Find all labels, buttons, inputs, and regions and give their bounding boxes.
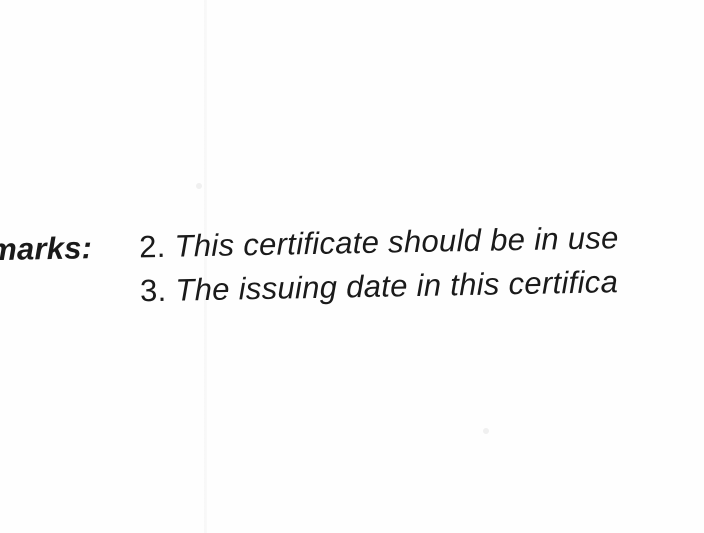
remark-item: 2. This certificate should be in use — [139, 220, 619, 265]
scanned-document-page: marks: 2. This certificate should be in … — [0, 0, 704, 533]
remark-text: This certificate should be in use — [174, 220, 619, 264]
remark-text: The issuing date in this certifica — [175, 264, 619, 308]
remarks-label: marks: — [0, 230, 93, 268]
scan-speck — [196, 183, 202, 189]
remark-item: 3. The issuing date in this certifica — [140, 264, 619, 309]
remark-number: 2. — [138, 228, 166, 265]
scan-speck — [483, 428, 489, 434]
remark-number: 3. — [139, 272, 167, 309]
remarks-section: marks: 2. This certificate should be in … — [0, 216, 704, 349]
